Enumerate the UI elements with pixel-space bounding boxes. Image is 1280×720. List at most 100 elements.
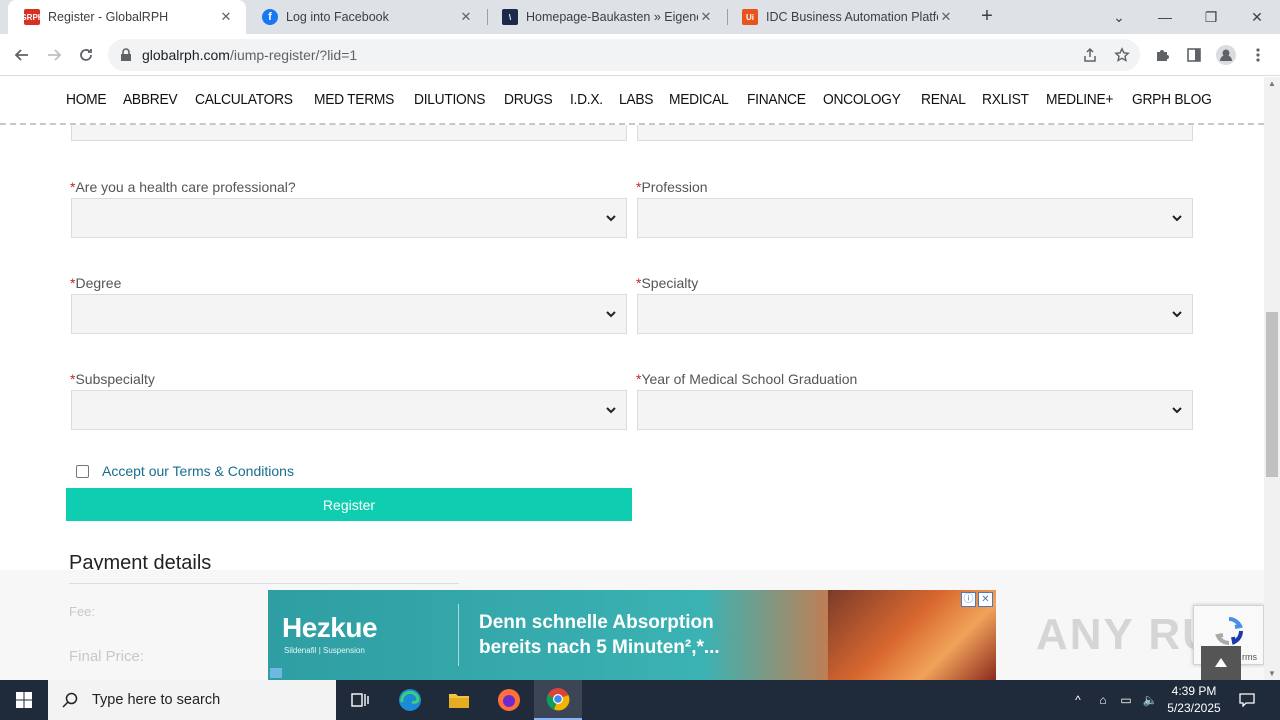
close-tab-icon[interactable]: ✕: [218, 9, 234, 25]
minimize-button[interactable]: —: [1142, 0, 1188, 34]
close-window-button[interactable]: ✕: [1234, 0, 1280, 34]
subspecialty-label: *Subspecialty: [70, 371, 155, 387]
edge-icon: [399, 689, 421, 711]
nav-item-medline[interactable]: MEDLINE+: [1046, 91, 1113, 108]
grad-year-label: *Year of Medical School Graduation: [636, 371, 857, 387]
folder-icon: [449, 694, 469, 708]
ad-line-2: bereits nach 5 Minuten²,*...: [479, 637, 720, 658]
profession-select[interactable]: [637, 198, 1193, 238]
adchoices-icon[interactable]: [270, 668, 282, 678]
nav-item-grph-blog[interactable]: GRPH BLOG: [1132, 91, 1212, 108]
sticky-ad-band: Fee: Final Price: Hezkue Sildenafil | Su…: [0, 570, 1264, 680]
new-tab-button[interactable]: +: [976, 6, 998, 28]
edge-taskbar-button[interactable]: [386, 680, 434, 720]
chevron-down-icon: [606, 215, 616, 222]
tab-register-globalrph[interactable]: GRPH Register - GlobalRPH ✕: [8, 0, 246, 34]
side-panel-button[interactable]: [1180, 41, 1208, 69]
action-center-icon: [1239, 693, 1255, 707]
degree-select[interactable]: [71, 294, 627, 334]
degree-label-text: Degree: [75, 275, 122, 291]
recaptcha-terms-text[interactable]: rms: [1242, 652, 1257, 662]
grad-year-label-text: Year of Medical School Graduation: [641, 371, 858, 387]
close-tab-icon[interactable]: ✕: [458, 9, 474, 25]
nav-item-oncology[interactable]: ONCOLOGY: [823, 91, 901, 108]
register-button[interactable]: Register: [66, 488, 632, 521]
close-tab-icon[interactable]: ✕: [938, 9, 954, 25]
scroll-to-top-button[interactable]: [1201, 646, 1241, 680]
network-icon[interactable]: ▭: [1116, 680, 1136, 720]
nav-item-med-terms[interactable]: MED TERMS: [314, 91, 394, 108]
extensions-button[interactable]: [1148, 41, 1176, 69]
nav-item-medical[interactable]: MEDICAL: [669, 91, 729, 108]
nav-item-home[interactable]: HOME: [66, 91, 107, 108]
tab-homepage-baukasten[interactable]: \ Homepage-Baukasten » Eigene ✕: [486, 0, 726, 34]
subspecialty-select[interactable]: [71, 390, 627, 430]
specialty-label-text: Specialty: [641, 275, 699, 291]
tab-facebook[interactable]: f Log into Facebook ✕: [246, 0, 486, 34]
tab-search-chevron-icon[interactable]: ⌄: [1096, 0, 1142, 34]
taskbar-search[interactable]: Type here to search: [48, 680, 336, 720]
ad-brand: Hezkue: [282, 612, 378, 643]
terms-row: Accept our Terms & Conditions: [76, 463, 294, 479]
reload-button[interactable]: [72, 41, 100, 69]
grph-icon: GRPH: [20, 9, 44, 25]
back-button[interactable]: [8, 41, 36, 69]
nav-item-labs[interactable]: LABS: [619, 91, 653, 108]
advertisement-banner[interactable]: Hezkue Sildenafil | Suspension Denn schn…: [268, 590, 996, 680]
nav-item-dilutions[interactable]: DILUTIONS: [414, 91, 485, 108]
ad-copy: Denn schnelle Absorption bereits nach 5 …: [479, 610, 720, 660]
grad-year-select[interactable]: [637, 390, 1193, 430]
task-view-button[interactable]: [336, 680, 384, 720]
terms-link[interactable]: Accept our Terms & Conditions: [102, 463, 294, 479]
scrollbar-thumb[interactable]: [1266, 312, 1278, 477]
previous-field-right[interactable]: [637, 125, 1193, 141]
chevron-down-icon: [1172, 311, 1182, 318]
specialty-select[interactable]: [637, 294, 1193, 334]
nav-menu: HOME ABBREV CALCULATORS MED TERMS DILUTIONS D…: [66, 91, 1231, 108]
nav-item-finance[interactable]: FINANCE: [747, 91, 806, 108]
chrome-menu-button[interactable]: [1244, 41, 1272, 69]
chevron-down-icon: [606, 407, 616, 414]
profession-label: *Profession: [636, 179, 708, 195]
firefox-taskbar-button[interactable]: [485, 680, 533, 720]
file-explorer-button[interactable]: [435, 680, 483, 720]
restore-button[interactable]: ❐: [1188, 0, 1234, 34]
hcp-select[interactable]: [71, 198, 627, 238]
ad-close-icon[interactable]: ✕: [978, 592, 993, 607]
nav-item-abbrev[interactable]: ABBREV: [123, 91, 178, 108]
scroll-down-arrow-icon[interactable]: ▼: [1268, 669, 1276, 678]
hcp-label-text: Are you a health care professional?: [75, 179, 296, 195]
nav-item-renal[interactable]: RENAL: [921, 91, 966, 108]
nav-item-rxlist[interactable]: RXLIST: [982, 91, 1029, 108]
site-navigation: HOME ABBREV CALCULATORS MED TERMS DILUTIONS D…: [0, 77, 1264, 125]
ad-info-icon[interactable]: ⓘ: [961, 592, 976, 607]
system-clock[interactable]: 4:39 PM 5/23/2025: [1163, 683, 1225, 717]
chevron-down-icon: [606, 311, 616, 318]
address-bar[interactable]: globalrph.com/iump-register/?lid=1: [108, 39, 1140, 71]
start-button[interactable]: [0, 680, 48, 720]
nav-item-calculators[interactable]: CALCULATORS: [195, 91, 293, 108]
scroll-up-arrow-icon[interactable]: ▲: [1268, 79, 1276, 88]
close-tab-icon[interactable]: ✕: [698, 9, 714, 25]
bookmark-star-icon[interactable]: [1114, 47, 1130, 63]
previous-field-left[interactable]: [71, 125, 627, 141]
nav-item-drugs[interactable]: DRUGS: [504, 91, 553, 108]
tab-idc-business[interactable]: Ui IDC Business Automation Platfor ✕: [726, 0, 966, 34]
tray-chevron-up-icon[interactable]: ^: [1068, 680, 1088, 720]
volume-icon[interactable]: 🔈: [1140, 680, 1160, 720]
uipath-icon: Ui: [742, 9, 758, 25]
chrome-taskbar-button[interactable]: [534, 680, 582, 720]
nav-item-i-d-x[interactable]: I.D.X.: [570, 91, 603, 108]
page-scrollbar[interactable]: ▲ ▼: [1264, 77, 1280, 680]
usb-drive-icon[interactable]: ⌂: [1094, 680, 1112, 720]
notification-icon[interactable]: [1234, 680, 1260, 720]
specialty-label: *Specialty: [636, 275, 698, 291]
side-panel-icon: [1187, 48, 1201, 62]
profile-button[interactable]: [1212, 41, 1240, 69]
final-price-label: Final Price:: [69, 648, 145, 665]
search-placeholder: Type here to search: [92, 692, 221, 708]
share-icon[interactable]: [1082, 47, 1098, 63]
terms-checkbox[interactable]: [76, 464, 89, 478]
firefox-icon: [498, 689, 520, 711]
forward-button[interactable]: [40, 41, 68, 69]
